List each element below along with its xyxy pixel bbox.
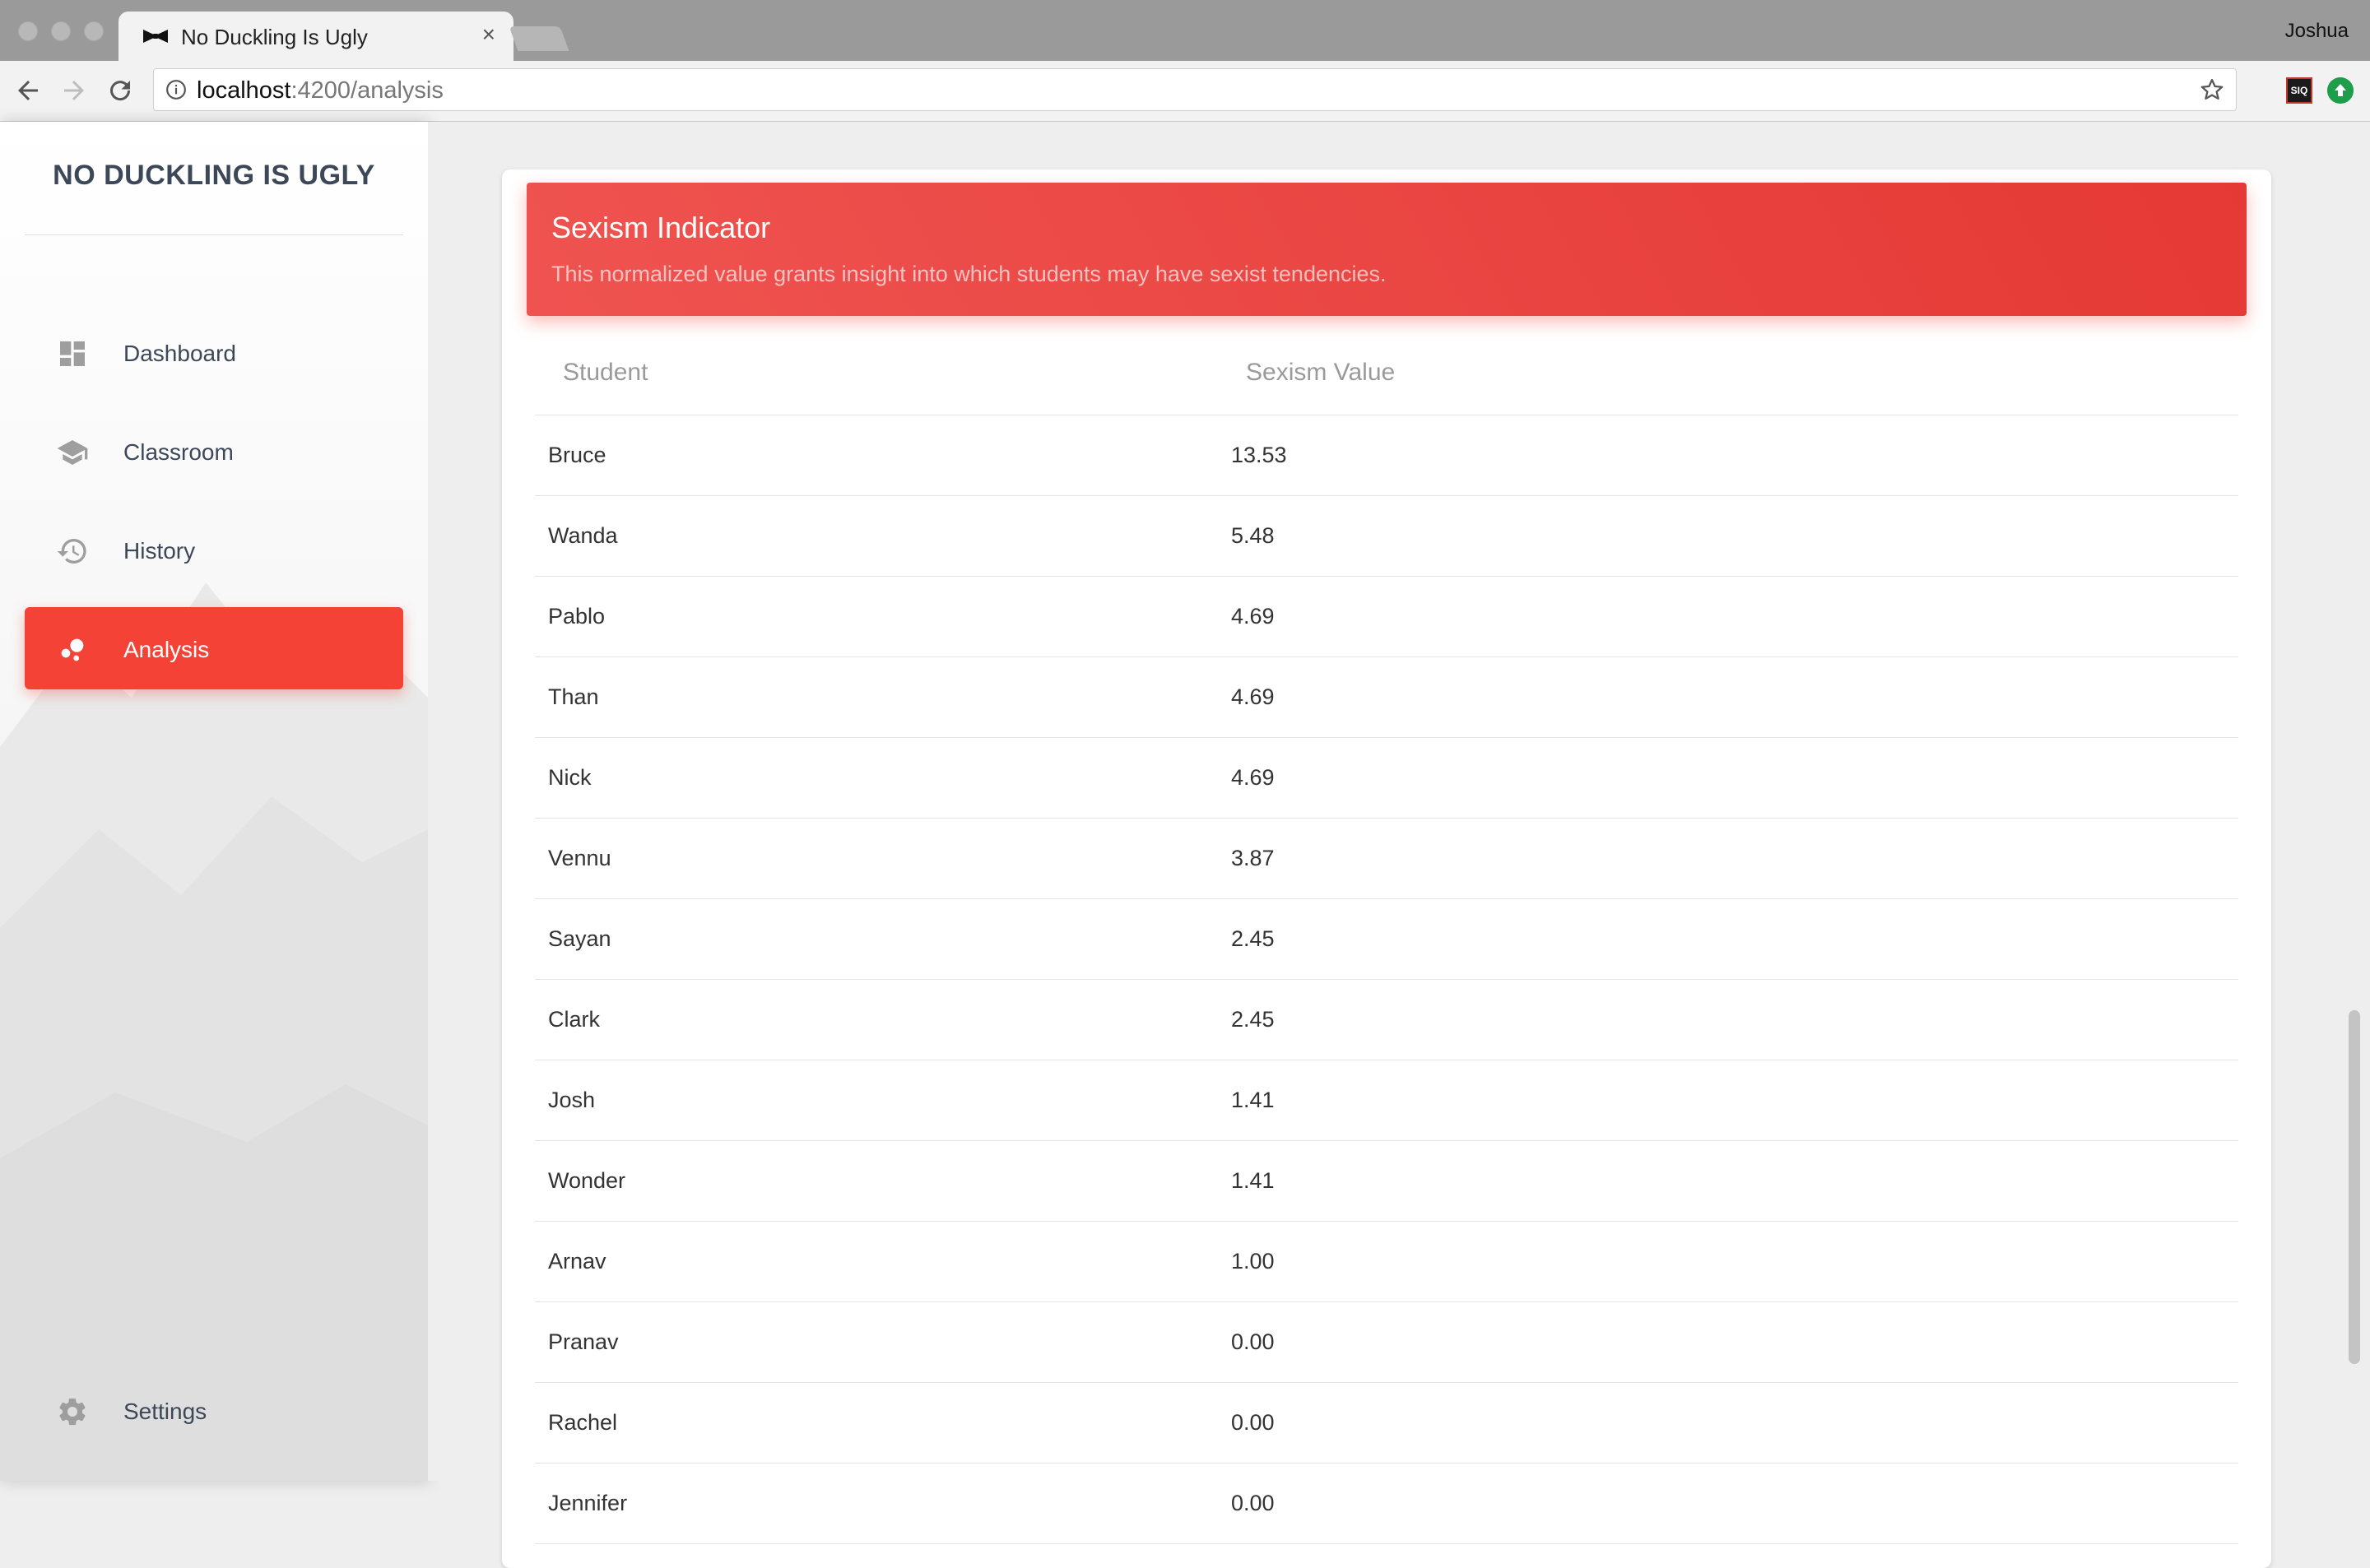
sexism-value-cell: 4.69 <box>1231 684 1275 709</box>
extension-siq-icon[interactable]: SIQ <box>2286 77 2312 104</box>
url-text[interactable]: localhost:4200/analysis <box>197 77 444 104</box>
table-row: Bruce 13.53 <box>535 415 2238 496</box>
history-icon <box>57 539 86 564</box>
school-icon <box>57 440 88 465</box>
sexism-value-cell: 0.00 <box>1231 1410 1275 1435</box>
sexism-value-cell: 5.48 <box>1231 523 1275 548</box>
student-name-cell: Wanda <box>548 523 618 548</box>
table-row: Wanda 5.48 <box>535 495 2238 577</box>
table-row: Than 4.69 <box>535 656 2238 738</box>
table-row: Wonder 1.41 <box>535 1140 2238 1222</box>
sexism-value-cell: 1.41 <box>1231 1088 1275 1112</box>
student-name-cell: Sayan <box>548 926 611 951</box>
sidebar-item-dashboard[interactable]: Dashboard <box>25 311 403 393</box>
bubble-chart-icon <box>61 638 84 661</box>
url-path: :4200/analysis <box>290 77 444 104</box>
table-row: Clark 2.45 <box>535 979 2238 1060</box>
sexism-value-cell: 3.87 <box>1231 846 1275 870</box>
card-title: Sexism Indicator <box>551 211 771 244</box>
back-arrow-icon[interactable] <box>13 76 43 105</box>
new-tab-button[interactable] <box>509 26 569 51</box>
table-row: Arnav 1.00 <box>535 1221 2238 1302</box>
tab-close-icon[interactable]: × <box>482 23 495 46</box>
address-bar[interactable]: localhost:4200/analysis <box>153 68 2237 111</box>
sidebar-item-label: Analysis <box>123 637 210 662</box>
student-name-cell: Pranav <box>548 1329 619 1354</box>
bowtie-favicon-icon <box>143 30 168 43</box>
app-logo[interactable]: NO DUCKLING IS UGLY <box>0 160 428 192</box>
sexism-indicator-card: Sexism Indicator This normalized value g… <box>502 169 2271 1568</box>
sexism-value-cell: 13.53 <box>1231 443 1287 467</box>
sexism-value-cell: 1.00 <box>1231 1249 1275 1273</box>
sidebar-item-settings[interactable]: Settings <box>25 1369 403 1451</box>
table-row: Pranav 0.00 <box>535 1301 2238 1383</box>
student-name-cell: Bruce <box>548 443 606 467</box>
dashboard-icon <box>60 341 85 366</box>
card-header: Sexism Indicator This normalized value g… <box>527 183 2247 316</box>
browser-tab-bar: No Duckling Is Ugly × Joshua <box>0 0 2370 61</box>
sidebar-item-history[interactable]: History <box>25 508 403 591</box>
sidebar-item-label: Classroom <box>123 439 234 465</box>
table-row: Rachel 0.00 <box>535 1382 2238 1464</box>
sidebar-item-label: History <box>123 538 196 564</box>
sidebar-item-classroom[interactable]: Classroom <box>25 410 403 492</box>
student-name-cell: Clark <box>548 1007 601 1032</box>
sexism-value-cell: 0.00 <box>1231 1491 1275 1515</box>
table-row: Vennu 3.87 <box>535 818 2238 899</box>
student-name-cell: Vennu <box>548 846 611 870</box>
table-row: Sayan 2.45 <box>535 898 2238 980</box>
browser-tab[interactable]: No Duckling Is Ugly × <box>118 12 514 61</box>
table-row: Jennifer 0.00 <box>535 1463 2238 1544</box>
window-close-button[interactable] <box>18 21 38 41</box>
student-name-cell: Than <box>548 684 599 709</box>
sexism-value-cell: 1.41 <box>1231 1168 1275 1193</box>
table-row: Josh 1.41 <box>535 1060 2238 1141</box>
table-header: Student Sexism Value <box>535 352 2238 415</box>
logo-divider <box>25 234 403 235</box>
sidebar-item-analysis[interactable]: Analysis <box>25 607 403 689</box>
tab-title: No Duckling Is Ugly <box>181 25 368 49</box>
bookmark-star-icon[interactable] <box>2200 77 2224 102</box>
forward-arrow-icon[interactable] <box>59 76 89 105</box>
sidebar-item-label: Settings <box>123 1399 207 1424</box>
main-content: Sexism Indicator This normalized value g… <box>428 122 2354 1568</box>
reload-icon[interactable] <box>105 76 135 105</box>
student-name-cell: Pablo <box>548 604 606 629</box>
sexism-value-cell: 4.69 <box>1231 765 1275 790</box>
student-name-cell: Wonder <box>548 1168 626 1193</box>
window-zoom-button[interactable] <box>84 21 104 41</box>
url-host: localhost <box>197 77 291 104</box>
gear-icon <box>59 1399 86 1426</box>
column-header-student: Student <box>563 359 648 386</box>
sexism-value-cell: 2.45 <box>1231 1007 1275 1032</box>
page-scrollbar[interactable] <box>2349 1010 2360 1364</box>
card-subtitle: This normalized value grants insight int… <box>551 262 1387 286</box>
student-name-cell: Rachel <box>548 1410 618 1435</box>
extension-upload-icon[interactable] <box>2327 77 2354 104</box>
table-row: Pablo 4.69 <box>535 576 2238 657</box>
extension-label: SIQ <box>2290 85 2308 96</box>
table-row: Nick 4.69 <box>535 737 2238 819</box>
student-name-cell: Arnav <box>548 1249 606 1273</box>
sidebar-item-label: Dashboard <box>123 341 236 366</box>
browser-toolbar: localhost:4200/analysis SIQ <box>0 61 2370 122</box>
window-minimize-button[interactable] <box>51 21 71 41</box>
student-name-cell: Jennifer <box>548 1491 628 1515</box>
student-name-cell: Nick <box>548 765 592 790</box>
sexism-value-cell: 4.69 <box>1231 604 1275 629</box>
sexism-value-cell: 0.00 <box>1231 1329 1275 1354</box>
column-header-sexism-value: Sexism Value <box>1246 359 1396 386</box>
sexism-value-cell: 2.45 <box>1231 926 1275 951</box>
sidebar: NO DUCKLING IS UGLY Dashboard Classroom … <box>0 122 428 1481</box>
profile-name[interactable]: Joshua <box>2285 20 2349 43</box>
info-icon[interactable] <box>165 79 187 100</box>
student-name-cell: Josh <box>548 1088 596 1112</box>
